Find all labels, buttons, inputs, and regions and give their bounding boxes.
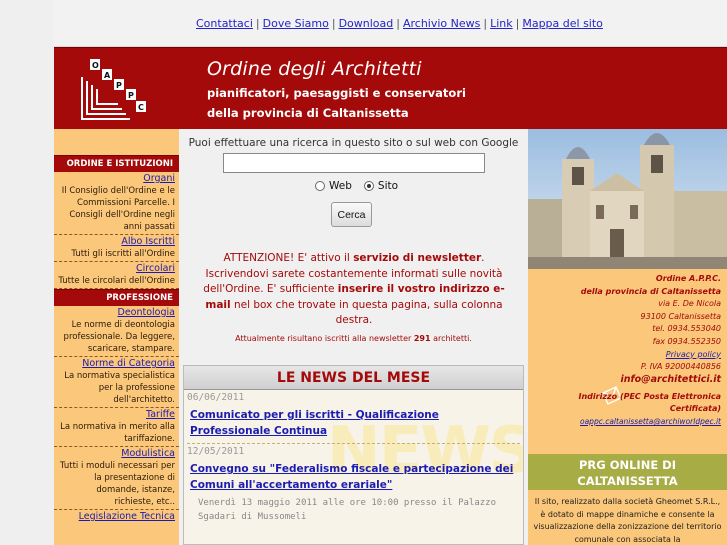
sidebar-heading-professione: PROFESSIONE xyxy=(54,289,179,306)
search-scope: Web Sito xyxy=(315,180,398,192)
search-button[interactable]: Cerca xyxy=(331,202,372,227)
news-title-link[interactable]: Convegno su "Federalismo fiscale e parte… xyxy=(184,457,523,493)
radio-sito-label: Sito xyxy=(377,180,399,192)
sidebar-desc-modulistica: Tutti i moduli necessari per la presenta… xyxy=(59,461,175,507)
news-box: LE NEWS DEL MESE NEWS 06/06/2011 Comunic… xyxy=(183,365,524,545)
contact-city: 93100 Caltanissetta xyxy=(640,311,721,321)
sidebar-item-tariffe: Tariffe La normativa in merito alla tari… xyxy=(54,408,179,447)
pec-info: Indirizzo (PEC Posta Elettronica Certifi… xyxy=(579,391,722,428)
sidebar-item-organi: Organi Il Consiglio dell'Ordine e le Com… xyxy=(54,172,179,235)
news-date: 06/06/2011 xyxy=(187,392,245,403)
news-heading: LE NEWS DEL MESE xyxy=(184,366,523,390)
nav-link-archivio-news[interactable]: Archivio News xyxy=(403,17,480,30)
sidebar-item-norme: Norme di Categoria La normativa speciali… xyxy=(54,357,179,408)
contact-piva: P. IVA 92000440856 xyxy=(640,362,721,372)
news-title-link[interactable]: Comunicato per gli iscritti - Qualificaz… xyxy=(184,403,523,439)
nav-link-contattaci[interactable]: Contattaci xyxy=(196,17,253,30)
search-prompt: Puoi effettuare una ricerca in questo si… xyxy=(188,137,519,149)
sidebar-heading-ordine: ORDINE E ISTITUZIONI xyxy=(54,155,179,172)
newsletter-count: Attualmente risultano iscritti alla news… xyxy=(179,334,528,343)
sidebar-link-circolari[interactable]: Circolari xyxy=(56,263,175,275)
radio-web-label: Web xyxy=(329,180,352,192)
logo-letter-p2: P xyxy=(128,91,134,100)
logo-letter-p1: P xyxy=(116,81,122,90)
sidebar-link-organi[interactable]: Organi xyxy=(56,173,175,185)
contact-fax: fax 0934.552350 xyxy=(652,336,721,346)
sidebar-desc-norme: La normativa specialistica per la profes… xyxy=(64,371,175,405)
page: Contattaci | Dove Siamo | Download | Archivio … xyxy=(0,0,727,545)
sidebar-link-norme-categoria[interactable]: Norme di Categoria xyxy=(56,358,175,370)
logo-letter-c: C xyxy=(138,103,144,112)
prg-heading-line2: CALTANISSETTA xyxy=(577,474,678,488)
sidebar-link-modulistica[interactable]: Modulistica xyxy=(56,448,175,460)
sidebar-item-albo: Albo Iscritti Tutti gli iscritti all'Ord… xyxy=(54,235,179,262)
privacy-policy-link[interactable]: Privacy policy xyxy=(666,350,721,359)
sidebar-link-legislazione-tecnica[interactable]: Legislazione Tecnica xyxy=(56,511,175,523)
prg-description: Il sito, realizzato dalla società Gheome… xyxy=(533,497,722,544)
sidebar-item-deontologia: Deontologia Le norme di deontologia prof… xyxy=(54,306,179,357)
top-navigation: Contattaci | Dove Siamo | Download | Archivio … xyxy=(54,0,727,47)
left-margin xyxy=(0,0,54,545)
contact-org: Ordine A.P.P.C. xyxy=(655,274,721,283)
prg-heading-line1: PRG ONLINE DI xyxy=(578,458,677,472)
count-suffix: architetti. xyxy=(430,334,472,343)
news-date: 12/05/2011 xyxy=(187,446,245,457)
sidebar-desc-deontologia: Le norme di deontologia professionale. D… xyxy=(63,320,175,354)
prg-heading: PRG ONLINE DI CALTANISSETTA xyxy=(528,454,727,490)
right-sidebar: Ordine A.P.P.C. della provincia di Calta… xyxy=(528,129,727,545)
top-nav-links: Contattaci | Dove Siamo | Download | Archivio … xyxy=(196,17,603,30)
sidebar-item-modulistica: Modulistica Tutti i moduli necessari per… xyxy=(54,447,179,510)
sidebar-desc-tariffe: La normativa in merito alla tariffazione… xyxy=(60,422,175,444)
count-value: 291 xyxy=(413,334,431,343)
search-input[interactable] xyxy=(223,153,485,173)
sidebar-item-circolari: Circolari Tutte le circolari dell'Ordine xyxy=(54,262,179,289)
pec-label1: Indirizzo (PEC Posta Elettronica xyxy=(578,392,722,401)
site-subtitle-line1: pianificatori, paesaggisti e conservator… xyxy=(207,86,466,100)
count-prefix: Attualmente risultano iscritti alla news… xyxy=(235,334,414,343)
sidebar-desc-organi: Il Consiglio dell'Ordine e le Commission… xyxy=(61,186,175,232)
nav-link-dove-siamo[interactable]: Dove Siamo xyxy=(263,17,329,30)
pec-email-link[interactable]: oappc.caltanissetta@archiworldpec.it xyxy=(580,417,721,426)
left-sidebar: ORDINE E ISTITUZIONI Organi Il Consiglio… xyxy=(54,129,179,545)
contact-street: via E. De Nicola xyxy=(658,299,721,309)
newsletter-notice: ATTENZIONE! E' attivo il servizio di new… xyxy=(193,251,515,329)
sidebar-item-legislazione: Legislazione Tecnica xyxy=(54,510,179,524)
logo-letter-a: A xyxy=(104,71,111,80)
contact-info: Ordine A.P.P.C. della provincia di Calta… xyxy=(581,273,721,386)
nav-link-mappa-del-sito[interactable]: Mappa del sito xyxy=(522,17,603,30)
radio-web[interactable] xyxy=(315,181,325,191)
contact-org2: della provincia di Caltanissetta xyxy=(580,286,721,296)
news-body: Venerdì 13 maggio 2011 alle ore 10:00 pr… xyxy=(198,498,497,522)
nav-link-link[interactable]: Link xyxy=(490,17,513,30)
nav-link-download[interactable]: Download xyxy=(339,17,394,30)
contact-tel: tel. 0934.553040 xyxy=(652,324,721,334)
site-header: O A P P C Ordine degli Architetti pianif… xyxy=(54,47,727,129)
cathedral-photo xyxy=(528,129,727,269)
sidebar-link-albo-iscritti[interactable]: Albo Iscritti xyxy=(56,236,175,248)
site-title: Ordine degli Architetti xyxy=(207,58,422,80)
notice-text-3: nel box che trovate in questa pagina, su… xyxy=(230,298,503,327)
notice-text-1: ATTENZIONE! E' attivo il xyxy=(223,252,354,264)
sidebar-desc-circolari: Tutte le circolari dell'Ordine xyxy=(58,276,175,286)
pec-label2: Certificata) xyxy=(669,404,721,414)
logo-letter-o: O xyxy=(92,61,99,70)
notice-bold-1: servizio di newsletter xyxy=(353,252,482,264)
sidebar-link-deontologia[interactable]: Deontologia xyxy=(56,307,175,319)
sidebar-desc-albo: Tutti gli iscritti all'Ordine xyxy=(71,249,175,259)
main-content: Puoi effettuare una ricerca in questo si… xyxy=(179,129,528,545)
site-subtitle-line2: della provincia di Caltanissetta xyxy=(207,106,409,120)
radio-sito[interactable] xyxy=(363,181,374,191)
oappc-logo[interactable]: O A P P C xyxy=(80,57,150,123)
sidebar-link-tariffe[interactable]: Tariffe xyxy=(56,409,175,421)
